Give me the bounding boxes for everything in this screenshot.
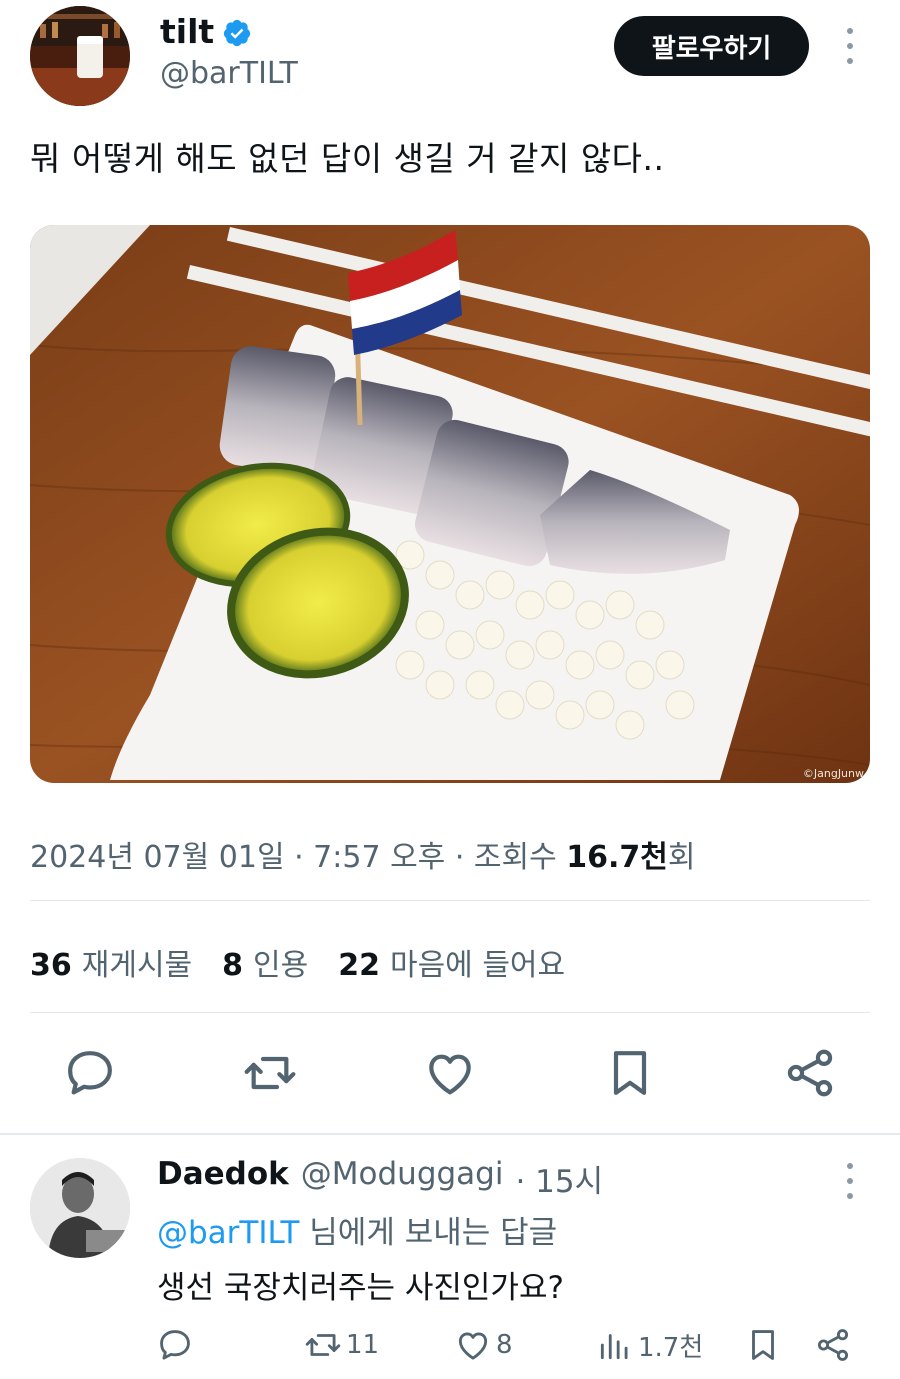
photo-credit: ©JangJunw	[803, 767, 864, 780]
tweet-text: 뭐 어떻게 해도 없던 답이 생길 거 같지 않다..	[30, 139, 665, 178]
author-display-name[interactable]: tilt	[160, 12, 214, 51]
reposts-stat[interactable]: 36 재게시물	[30, 940, 192, 984]
reposts-count: 36	[30, 948, 72, 983]
bookmark-icon[interactable]	[602, 1045, 658, 1101]
reply-text: 생선 국장치러주는 사진인가요?	[157, 1270, 564, 1306]
tweet-stats: 36 재게시물 8 인용 22 마음에 들어요	[30, 940, 565, 984]
tweet-date: 2024년 07월 01일 · 7:57 오후 · 조회수	[30, 840, 567, 875]
tweet-timestamp: 2024년 07월 01일 · 7:57 오후 · 조회수 16.7천회	[30, 832, 695, 876]
retweet-icon[interactable]	[242, 1045, 298, 1101]
reply-bookmark-button[interactable]	[744, 1322, 782, 1368]
share-icon	[817, 1329, 849, 1361]
reply-view-count: 1.7천	[638, 1332, 704, 1363]
bookmark-icon	[752, 1330, 774, 1360]
quotes-label: 인용	[253, 948, 309, 983]
divider	[30, 900, 870, 901]
more-icon[interactable]	[838, 1163, 862, 1199]
reply-author-handle[interactable]: @Moduggagi	[301, 1156, 504, 1201]
view-suffix: 회	[667, 840, 696, 875]
reposts-label: 재게시물	[81, 948, 193, 983]
tweet-photo[interactable]: ©JangJunw	[30, 225, 870, 783]
author-name[interactable]: tilt	[160, 12, 252, 51]
view-count: 16.7천	[566, 840, 668, 875]
reply-timestamp[interactable]: · 15시	[515, 1156, 603, 1201]
reply-author-name[interactable]: Daedok	[157, 1156, 289, 1201]
quotes-stat[interactable]: 8 인용	[222, 940, 308, 984]
like-icon[interactable]	[422, 1045, 478, 1101]
views-icon	[600, 1334, 628, 1360]
verified-badge-icon	[222, 17, 252, 47]
likes-stat[interactable]: 22 마음에 들어요	[338, 940, 565, 984]
reply-reply-button[interactable]	[156, 1322, 194, 1368]
author-handle[interactable]: @barTILT	[160, 56, 298, 91]
author-avatar[interactable]	[30, 6, 130, 106]
reply-author-avatar[interactable]	[30, 1158, 130, 1258]
quotes-count: 8	[222, 948, 244, 983]
reply-icon[interactable]	[62, 1045, 118, 1101]
replying-to-label: 님에게 보내는 답글	[299, 1215, 558, 1251]
reply-header: Daedok @Moduggagi · 15시	[157, 1156, 603, 1201]
reply-mention-link[interactable]: @barTILT	[157, 1215, 299, 1251]
divider	[30, 1012, 870, 1013]
reply-share-button[interactable]	[814, 1322, 852, 1368]
likes-count: 22	[338, 948, 380, 983]
reply-icon	[160, 1330, 190, 1360]
like-icon	[458, 1332, 488, 1360]
divider	[0, 1133, 900, 1135]
replying-to: @barTILT 님에게 보내는 답글	[157, 1207, 557, 1252]
share-icon[interactable]	[782, 1045, 838, 1101]
reply-views-button[interactable]: 1.7천	[596, 1322, 703, 1368]
reply-retweet-button[interactable]: 11	[304, 1322, 379, 1368]
reply-retweet-count: 11	[346, 1330, 380, 1360]
reply-like-count: 8	[496, 1330, 513, 1360]
more-icon[interactable]	[838, 28, 862, 64]
likes-label: 마음에 들어요	[389, 948, 566, 983]
retweet-icon	[305, 1334, 341, 1356]
reply-like-button[interactable]: 8	[454, 1322, 513, 1368]
follow-button[interactable]: 팔로우하기	[614, 16, 809, 76]
